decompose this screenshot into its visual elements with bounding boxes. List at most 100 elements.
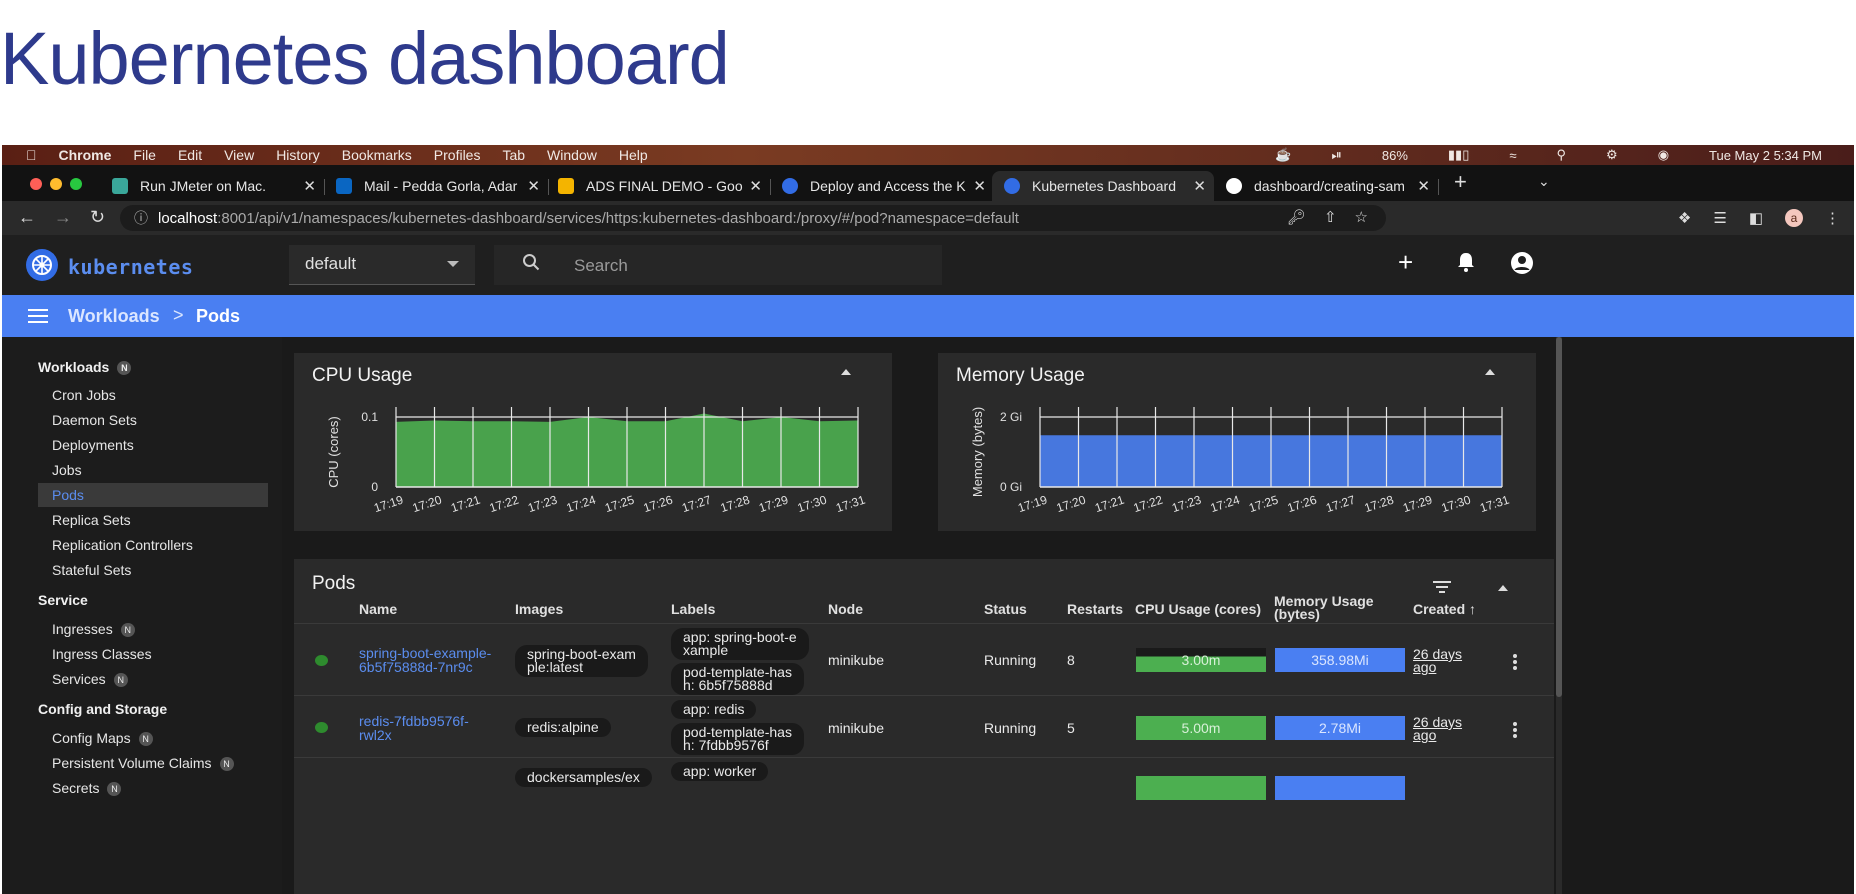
menu-tab[interactable]: Tab [502, 147, 525, 163]
collapse-icon[interactable] [1498, 585, 1508, 591]
spotlight-icon[interactable]: ⚲ [1557, 147, 1567, 163]
key-icon[interactable]: 🔑︎ [1287, 208, 1306, 226]
address-bar[interactable]: ⓘ localhost:8001/api/v1/namespaces/kuber… [120, 205, 1386, 231]
sidebar-item-config-maps[interactable]: Config Maps N [38, 726, 268, 750]
battery-icon[interactable]: ▮▮▯ [1448, 147, 1469, 163]
extensions-puzzle-icon[interactable]: ❖ [1678, 209, 1691, 227]
side-panel-icon[interactable]: ◧ [1749, 209, 1763, 227]
menu-help[interactable]: Help [619, 147, 648, 163]
close-tab-icon[interactable]: ✕ [1193, 177, 1206, 195]
scrollbar-thumb[interactable] [1556, 337, 1562, 697]
menu-bookmarks[interactable]: Bookmarks [342, 147, 412, 163]
col-restarts[interactable]: Restarts [1067, 601, 1123, 617]
new-badge: N [138, 732, 153, 747]
close-tab-icon[interactable]: ✕ [303, 177, 316, 195]
sidebar-item-deployments[interactable]: Deployments [38, 433, 268, 457]
menu-edit[interactable]: Edit [178, 147, 202, 163]
menu-profiles[interactable]: Profiles [434, 147, 481, 163]
search-input[interactable] [572, 253, 916, 279]
sidebar-section-service[interactable]: Service [38, 592, 88, 608]
close-tab-icon[interactable]: ✕ [973, 177, 986, 195]
apple-icon[interactable]:  [26, 147, 37, 163]
menu-hamburger-icon[interactable] [28, 309, 48, 323]
tab-github[interactable]: dashboard/creating-sam ✕ [1226, 171, 1438, 201]
sidebar-item-cron-jobs[interactable]: Cron Jobs [38, 383, 268, 407]
control-center-icon[interactable]: ⚙ [1606, 147, 1618, 163]
forward-icon[interactable]: → [54, 207, 72, 228]
close-tab-icon[interactable]: ✕ [527, 177, 540, 195]
notifications-bell-icon[interactable] [1456, 251, 1476, 279]
new-tab-button[interactable]: + [1454, 169, 1467, 195]
close-tab-icon[interactable]: ✕ [749, 177, 762, 195]
play-icon[interactable]: ⏯ [1331, 147, 1341, 163]
table-row[interactable]: spring-boot-example- 6b5f75888d-7nr9c sp… [294, 623, 1554, 696]
breadcrumb-workloads[interactable]: Workloads [68, 306, 160, 327]
pod-name-link[interactable]: spring-boot-example- 6b5f75888d-7nr9c [359, 646, 491, 674]
bookmark-star-icon[interactable]: ☆ [1355, 208, 1368, 226]
menu-file[interactable]: File [133, 147, 156, 163]
namespace-select[interactable]: default [289, 245, 475, 285]
profile-avatar[interactable]: a [1785, 209, 1803, 227]
sidebar-item-pvc[interactable]: Persistent Volume Claims N [38, 751, 268, 775]
sidebar-item-services[interactable]: Services N [38, 667, 268, 691]
tab-search-chevron-icon[interactable]: ⌄ [1538, 173, 1550, 190]
col-memory[interactable]: Memory Usage (bytes) [1274, 594, 1394, 621]
sidebar-section-config-storage[interactable]: Config and Storage [38, 701, 167, 717]
table-row[interactable]: dockersamples/ex app: worker [294, 757, 1554, 800]
tab-slides[interactable]: ADS FINAL DEMO - Goo ✕ [558, 171, 770, 201]
pod-name-link[interactable]: redis-7fdbb9576f- rwl2x [359, 714, 469, 742]
filter-icon[interactable] [1433, 581, 1451, 593]
col-node[interactable]: Node [828, 601, 863, 617]
node-link[interactable]: minikube [828, 652, 884, 668]
menu-chrome[interactable]: Chrome [59, 147, 112, 163]
sidebar-item-pods[interactable]: Pods [38, 483, 268, 507]
brand-name[interactable]: kubernetes [68, 255, 193, 279]
sidebar-item-ingresses[interactable]: Ingresses N [38, 617, 268, 641]
sidebar-item-replica-sets[interactable]: Replica Sets [38, 508, 268, 532]
search-box[interactable] [494, 245, 942, 285]
row-actions-kebab-icon[interactable] [1513, 722, 1517, 740]
sidebar-item-ingress-classes[interactable]: Ingress Classes [38, 642, 268, 666]
tab-jmeter[interactable]: Run JMeter on Mac. ✕ [112, 171, 324, 201]
col-labels[interactable]: Labels [671, 601, 715, 617]
site-info-icon[interactable]: ⓘ [134, 208, 148, 228]
coffee-icon[interactable]: ☕ [1275, 147, 1291, 163]
sidebar-item-stateful-sets[interactable]: Stateful Sets [38, 558, 268, 582]
menu-window[interactable]: Window [547, 147, 597, 163]
table-row[interactable]: redis-7fdbb9576f- rwl2x redis:alpine app… [294, 695, 1554, 758]
sidebar-item-jobs[interactable]: Jobs [38, 458, 268, 482]
create-plus-icon[interactable]: + [1398, 247, 1413, 278]
col-name[interactable]: Name [359, 601, 397, 617]
col-images[interactable]: Images [515, 601, 563, 617]
sidebar-item-daemon-sets[interactable]: Daemon Sets [38, 408, 268, 432]
back-icon[interactable]: ← [18, 207, 36, 228]
col-created[interactable]: Created ↑ [1413, 601, 1476, 617]
menu-history[interactable]: History [276, 147, 320, 163]
row-actions-kebab-icon[interactable] [1513, 654, 1517, 672]
share-icon[interactable]: ⇧ [1324, 208, 1337, 226]
zoom-window-button[interactable] [70, 178, 82, 190]
sidebar-item-replication-controllers[interactable]: Replication Controllers [38, 533, 268, 557]
chrome-menu-icon[interactable]: ⋮ [1825, 209, 1840, 227]
sidebar-section-workloads[interactable]: Workloads N [38, 359, 132, 376]
x-tick-label: 17:19 [372, 492, 405, 515]
col-status[interactable]: Status [984, 601, 1027, 617]
tab-mail[interactable]: Mail - Pedda Gorla, Adar ✕ [336, 171, 548, 201]
close-tab-icon[interactable]: ✕ [1417, 177, 1430, 195]
tab-kubernetes-dashboard[interactable]: Kubernetes Dashboard ✕ [992, 171, 1214, 201]
close-window-button[interactable] [30, 178, 42, 190]
account-icon[interactable] [1510, 251, 1534, 281]
tab-deploy[interactable]: Deploy and Access the K ✕ [782, 171, 994, 201]
minimize-window-button[interactable] [50, 178, 62, 190]
wifi-icon[interactable]: ≈ [1509, 148, 1516, 163]
node-link[interactable]: minikube [828, 720, 884, 736]
main-scrollbar[interactable] [1556, 337, 1562, 894]
kubernetes-logo-icon[interactable] [26, 249, 58, 281]
col-cpu[interactable]: CPU Usage (cores) [1135, 601, 1261, 617]
clock[interactable]: Tue May 2 5:34 PM [1709, 148, 1822, 163]
menu-view[interactable]: View [224, 147, 254, 163]
siri-icon[interactable]: ◉ [1658, 147, 1669, 163]
reload-icon[interactable]: ↻ [90, 207, 105, 228]
media-icon[interactable]: ☰ [1713, 209, 1726, 227]
sidebar-item-secrets[interactable]: Secrets N [38, 776, 268, 800]
